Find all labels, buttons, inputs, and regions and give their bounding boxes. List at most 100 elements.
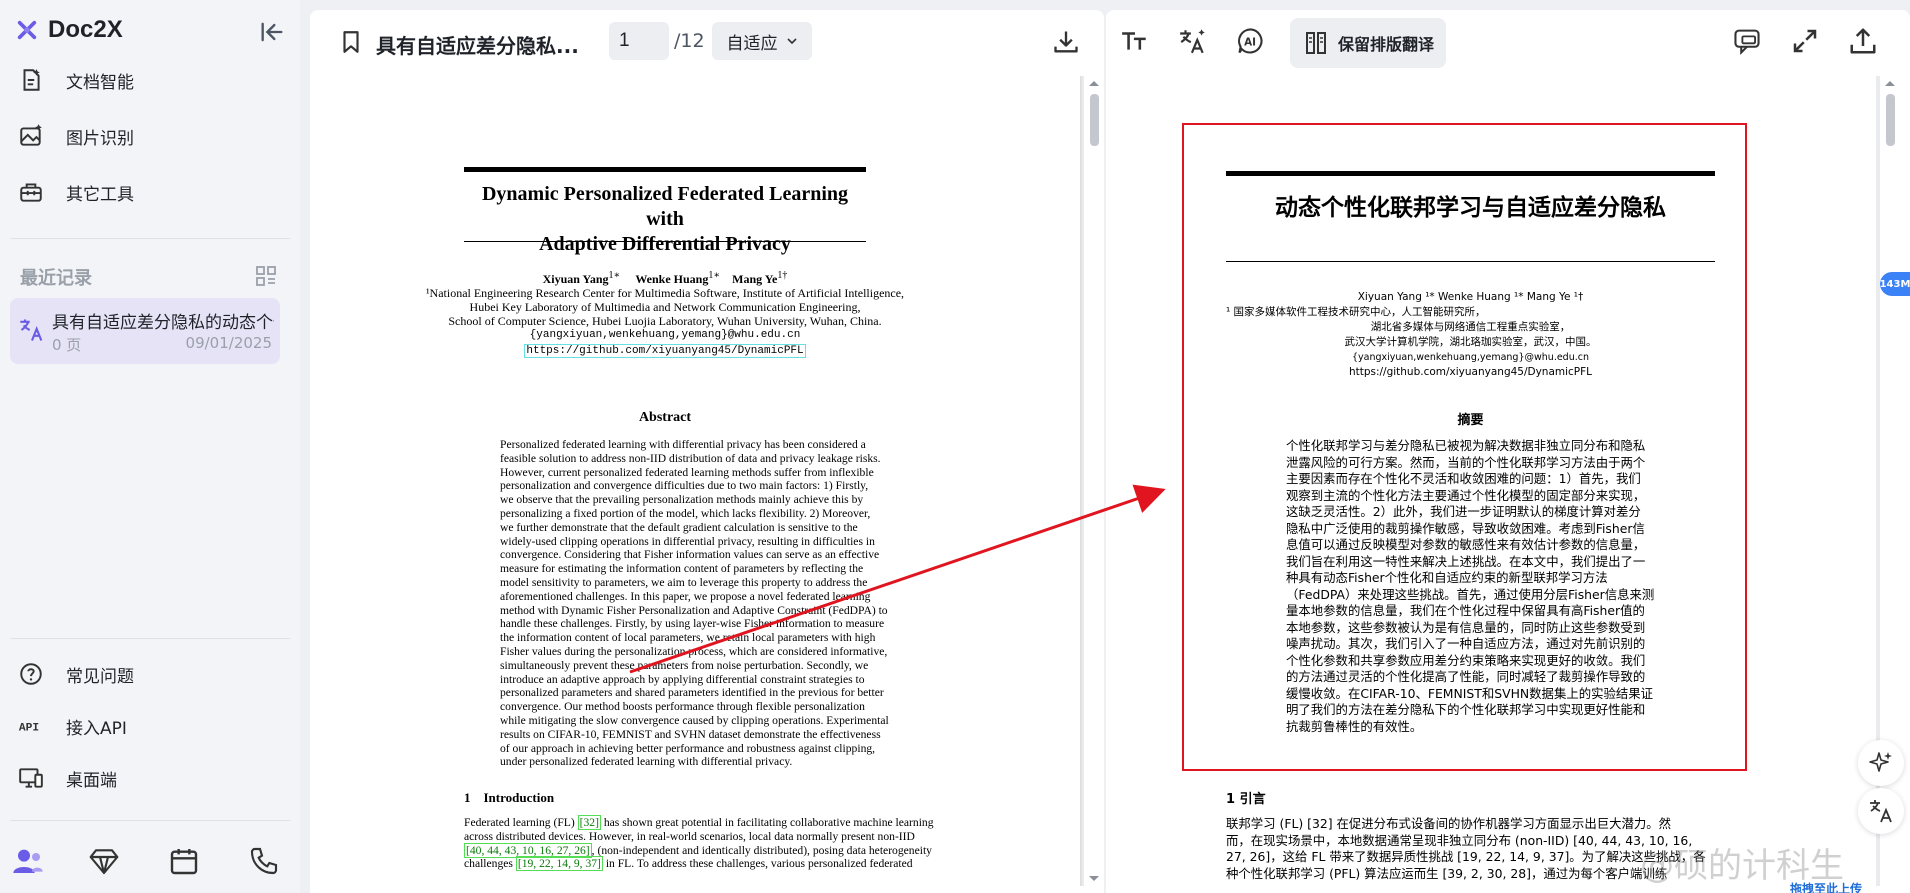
text-size-icon[interactable] xyxy=(1120,26,1150,56)
translated-abstract-line: 本地参数，这些参数被认为是有信息量的，同时防止这些参数受到 xyxy=(1286,619,1646,635)
translated-affiliation: 武汉大学计算机学院，湖北珞珈实验室，武汉，中国。 xyxy=(1344,336,1597,348)
help-icon xyxy=(20,663,42,685)
abstract-line: convergence. Considering that Fisher inf… xyxy=(500,548,880,562)
citation[interactable]: [32] xyxy=(577,815,601,830)
expand-icon[interactable] xyxy=(1790,26,1820,56)
nav-faq[interactable]: 常见问题 xyxy=(18,656,134,692)
comment-icon[interactable] xyxy=(1732,26,1762,56)
desktop-icon xyxy=(19,768,43,788)
translated-abstract-line: 噪声扰动。其次，我们引入了一种自适应方法，通过对先前识别的 xyxy=(1286,636,1646,651)
nav-label: 接入API xyxy=(66,718,127,739)
divider xyxy=(10,820,290,821)
user-icon[interactable] xyxy=(12,845,44,877)
paper-title-line: Adaptive Differential Privacy xyxy=(539,233,791,255)
zoom-value: 自适应 xyxy=(726,33,778,54)
abstract-line: we observe that the prevailing personali… xyxy=(500,493,864,507)
grid-view-icon[interactable] xyxy=(254,264,278,288)
toolbox-icon xyxy=(20,183,42,202)
brand-name: Doc2X xyxy=(48,16,123,43)
download-icon[interactable] xyxy=(1052,28,1080,56)
abstract-line: However, current personalized federated … xyxy=(500,465,874,479)
translated-abstract-line: 隐私中广泛使用的裁剪操作敏感，导致收敛困难。考虑到Fisher信 xyxy=(1286,520,1645,536)
abstract-line: convergence. Our method boosts performan… xyxy=(500,700,865,714)
nav-document-ai[interactable]: 文档智能 xyxy=(18,62,134,98)
abstract-line: handle these challenges. Firstly, by usi… xyxy=(500,617,885,631)
chevron-down-icon xyxy=(786,38,797,45)
citation[interactable]: [40, 44, 43, 10, 16, 27, 26] xyxy=(464,842,592,858)
nav-label: 文档智能 xyxy=(66,72,134,93)
scroll-up-icon[interactable] xyxy=(1882,78,1898,88)
svg-text:AI: AI xyxy=(1244,37,1256,49)
collapse-sidebar-icon[interactable] xyxy=(258,18,286,46)
export-icon[interactable] xyxy=(1848,26,1878,56)
preserve-layout-translate-button[interactable]: 保留排版翻译 xyxy=(1290,18,1446,68)
bookmark-icon[interactable] xyxy=(338,28,364,56)
diamond-icon[interactable] xyxy=(88,845,120,877)
translate-button-label: 保留排版翻译 xyxy=(1338,35,1435,54)
sparkle-icon xyxy=(1869,752,1892,772)
page-number-input[interactable] xyxy=(609,22,669,60)
paper-title: Dynamic Personalized Federated Learning … xyxy=(464,182,866,257)
author: Xiyuan Yang xyxy=(542,272,609,286)
title-rule-bottom xyxy=(1226,261,1715,262)
intro-text-run: , (non-independent and identically distr… xyxy=(591,843,932,857)
intro-heading: 1 Introduction xyxy=(464,790,555,805)
abstract-text: Personalized federated learning with dif… xyxy=(500,438,889,769)
original-page-viewport[interactable]: Dynamic Personalized Federated Learning … xyxy=(324,76,1084,886)
nav-label: 桌面端 xyxy=(66,770,117,791)
translated-abstract-line: 明了我们的方法在差分隐私下的个性化联邦学习中实现更好性能和 xyxy=(1286,702,1646,717)
translated-abstract-line: 种具有动态Fisher个性化和自适应约束的新型联邦学习方法 xyxy=(1286,570,1608,585)
recent-item[interactable]: 具有自适应差分隐私的动态个性化联邦学习 0 页 09/01/2025 xyxy=(10,298,280,364)
translated-abstract-heading: 摘要 xyxy=(1457,413,1484,428)
recent-item-title: 具有自适应差分隐私的动态个性化联邦学习 xyxy=(52,313,274,333)
affiliation: School of Computer Science, Hubei Luojia… xyxy=(448,314,882,328)
translated-github-link[interactable]: https://github.com/xiyuanyang45/DynamicP… xyxy=(1226,365,1715,380)
translated-abstract-line: 我们旨在利用这一特性来解决上述挑战。在本文中，我们提出了一 xyxy=(1286,553,1646,569)
affiliation: ¹National Engineering Research Center fo… xyxy=(425,286,905,300)
scroll-up-icon[interactable] xyxy=(1086,78,1102,88)
nav-api[interactable]: API 接入API xyxy=(18,708,127,744)
ai-sparkle-button[interactable] xyxy=(1858,740,1904,786)
abstract-line: personalization and convergence difficul… xyxy=(500,479,869,493)
translated-intro-line: 联邦学习 (FL) [32] 在促进分布式设备间的协作机器学习方面显示出巨大潜力… xyxy=(1226,816,1672,831)
translated-abstract-line: 主要因素而存在个性化不灵活和收敛困难的问题：1）首先，我们 xyxy=(1286,471,1641,486)
document-title: 具有自适应差分隐私... xyxy=(376,34,579,58)
scroll-thumb[interactable] xyxy=(1886,94,1895,146)
nav-image-recognition[interactable]: 图片识别 xyxy=(18,118,134,154)
ai-assistant-icon[interactable]: AI xyxy=(1236,26,1266,56)
nav-label: 图片识别 xyxy=(66,128,134,149)
nav-other-tools[interactable]: 其它工具 xyxy=(18,174,134,210)
translate-float-button[interactable] xyxy=(1858,788,1904,834)
scroll-down-icon[interactable] xyxy=(1086,874,1102,884)
translated-abstract-line: 这缺乏灵活性。2）此外，我们进一步证明默认的梯度计算对差分 xyxy=(1286,504,1641,519)
recent-title: 最近记录 xyxy=(20,268,92,289)
abstract-line: of our approach in achieving better perf… xyxy=(500,741,876,755)
scrollbar[interactable] xyxy=(1086,76,1102,886)
intro-text-run: in FL. To address these challenges, vari… xyxy=(602,857,913,871)
intro-text-run: has shown great potential in facilitatin… xyxy=(600,816,934,829)
sidebar: Doc2X 文档智能 图片识别 其它工具 最近记录 具有自适应差分隐私的动态个 … xyxy=(0,0,300,893)
translated-title: 动态个性化联邦学习与自适应差分隐私 xyxy=(1275,195,1666,221)
viewer-toolbar: 具有自适应差分隐私... /12 自适应 xyxy=(310,10,1104,74)
translated-abstract-line: 观察到主流的个性化方法主要通过个性化模型的固定部分来实现， xyxy=(1286,487,1646,503)
memory-badge[interactable]: 143M xyxy=(1880,272,1910,296)
scroll-thumb[interactable] xyxy=(1090,94,1099,146)
image-recognition-icon xyxy=(20,124,42,146)
title-rule-bottom xyxy=(464,241,866,242)
divider xyxy=(10,638,290,639)
translated-abstract-line: 缓慢收敛。在CIFAR-10、FEMNIST和SVHN数据集上的实验结果证 xyxy=(1286,685,1654,701)
calendar-icon[interactable] xyxy=(168,845,200,877)
translated-abstract-text: 个性化联邦学习与差分隐私已被视为解决数据非独立同分布和隐私 泄露风险的可行方案。然… xyxy=(1286,438,1686,735)
brand[interactable]: Doc2X xyxy=(16,16,123,44)
document-ai-icon xyxy=(23,69,40,91)
phone-icon[interactable] xyxy=(248,845,280,877)
citation[interactable]: [19, 22, 14, 9, 37] xyxy=(515,856,603,872)
abstract-line: results on CIFAR-10, FEMNIST and SVHN da… xyxy=(500,727,881,741)
translation-page-viewport[interactable]: 动态个性化联邦学习与自适应差分隐私 Xiyuan Yang ¹* Wenke H… xyxy=(1120,76,1880,886)
github-link[interactable]: https://github.com/xiyuanyang45/DynamicP… xyxy=(524,344,806,358)
zoom-select[interactable]: 自适应 xyxy=(712,22,812,60)
abstract-line: method with Dynamic Fisher Personalizati… xyxy=(500,603,888,617)
ai-translate-icon[interactable] xyxy=(1178,26,1208,56)
nav-desktop[interactable]: 桌面端 xyxy=(18,760,117,796)
recent-item-pages: 0 页 xyxy=(52,336,82,354)
